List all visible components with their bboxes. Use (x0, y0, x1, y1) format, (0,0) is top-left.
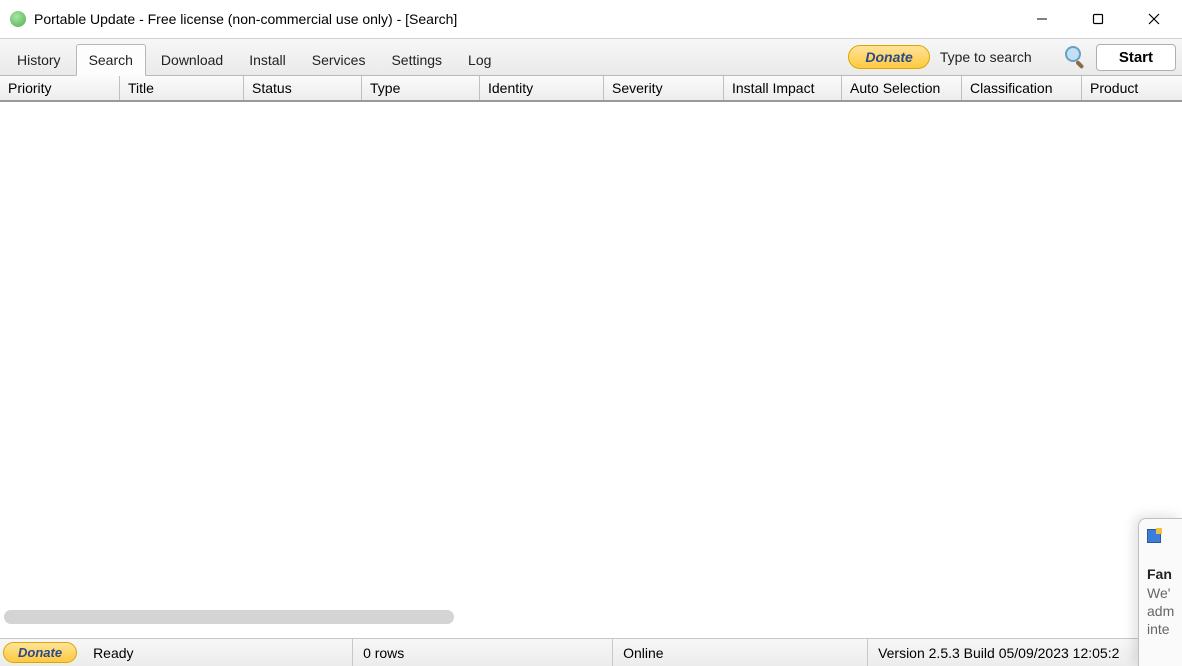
col-priority[interactable]: Priority (0, 76, 120, 100)
tab-search[interactable]: Search (76, 44, 146, 76)
column-headers: Priority Title Status Type Identity Seve… (0, 76, 1182, 102)
tab-install[interactable]: Install (236, 44, 299, 76)
col-identity[interactable]: Identity (480, 76, 604, 100)
popup-line: adm (1147, 602, 1178, 620)
app-icon (10, 11, 26, 27)
status-version: Version 2.5.3 Build 05/09/2023 12:05:2 (868, 639, 1182, 666)
col-severity[interactable]: Severity (604, 76, 724, 100)
col-status[interactable]: Status (244, 76, 362, 100)
col-classification[interactable]: Classification (962, 76, 1082, 100)
grid-body (0, 102, 1182, 626)
status-donate-button[interactable]: Donate (3, 642, 77, 663)
toolbar-right: Donate Type to search Start (848, 39, 1182, 75)
status-donate-cell: Donate (0, 642, 83, 663)
shield-icon (1147, 529, 1161, 543)
statusbar: Donate Ready 0 rows Online Version 2.5.3… (0, 638, 1182, 666)
col-auto-selection[interactable]: Auto Selection (842, 76, 962, 100)
status-online: Online (613, 639, 868, 666)
scrollbar-thumb[interactable] (4, 610, 454, 624)
window-title: Portable Update - Free license (non-comm… (34, 11, 457, 27)
close-button[interactable] (1126, 0, 1182, 38)
popup-line: We' (1147, 584, 1178, 602)
start-button[interactable]: Start (1096, 44, 1176, 71)
status-rows: 0 rows (353, 639, 613, 666)
donate-button[interactable]: Donate (848, 45, 929, 69)
col-install-impact[interactable]: Install Impact (724, 76, 842, 100)
window-controls (1014, 0, 1182, 38)
horizontal-scrollbar[interactable] (4, 610, 454, 624)
search-icon[interactable] (1062, 43, 1090, 71)
tab-download[interactable]: Download (148, 44, 236, 76)
popup-line: inte (1147, 620, 1178, 638)
tab-settings[interactable]: Settings (378, 44, 455, 76)
tab-services[interactable]: Services (299, 44, 379, 76)
titlebar: Portable Update - Free license (non-comm… (0, 0, 1182, 38)
tab-history[interactable]: History (4, 44, 74, 76)
notification-popup[interactable]: Fan We' adm inte (1138, 518, 1182, 666)
status-ready: Ready (83, 639, 353, 666)
col-type[interactable]: Type (362, 76, 480, 100)
popup-title: Fan (1147, 566, 1178, 582)
col-product[interactable]: Product (1082, 76, 1182, 100)
minimize-button[interactable] (1014, 0, 1070, 38)
toolbar: History Search Download Install Services… (0, 38, 1182, 76)
maximize-button[interactable] (1070, 0, 1126, 38)
search-input[interactable]: Type to search (936, 49, 1056, 65)
col-title[interactable]: Title (120, 76, 244, 100)
tab-log[interactable]: Log (455, 44, 504, 76)
